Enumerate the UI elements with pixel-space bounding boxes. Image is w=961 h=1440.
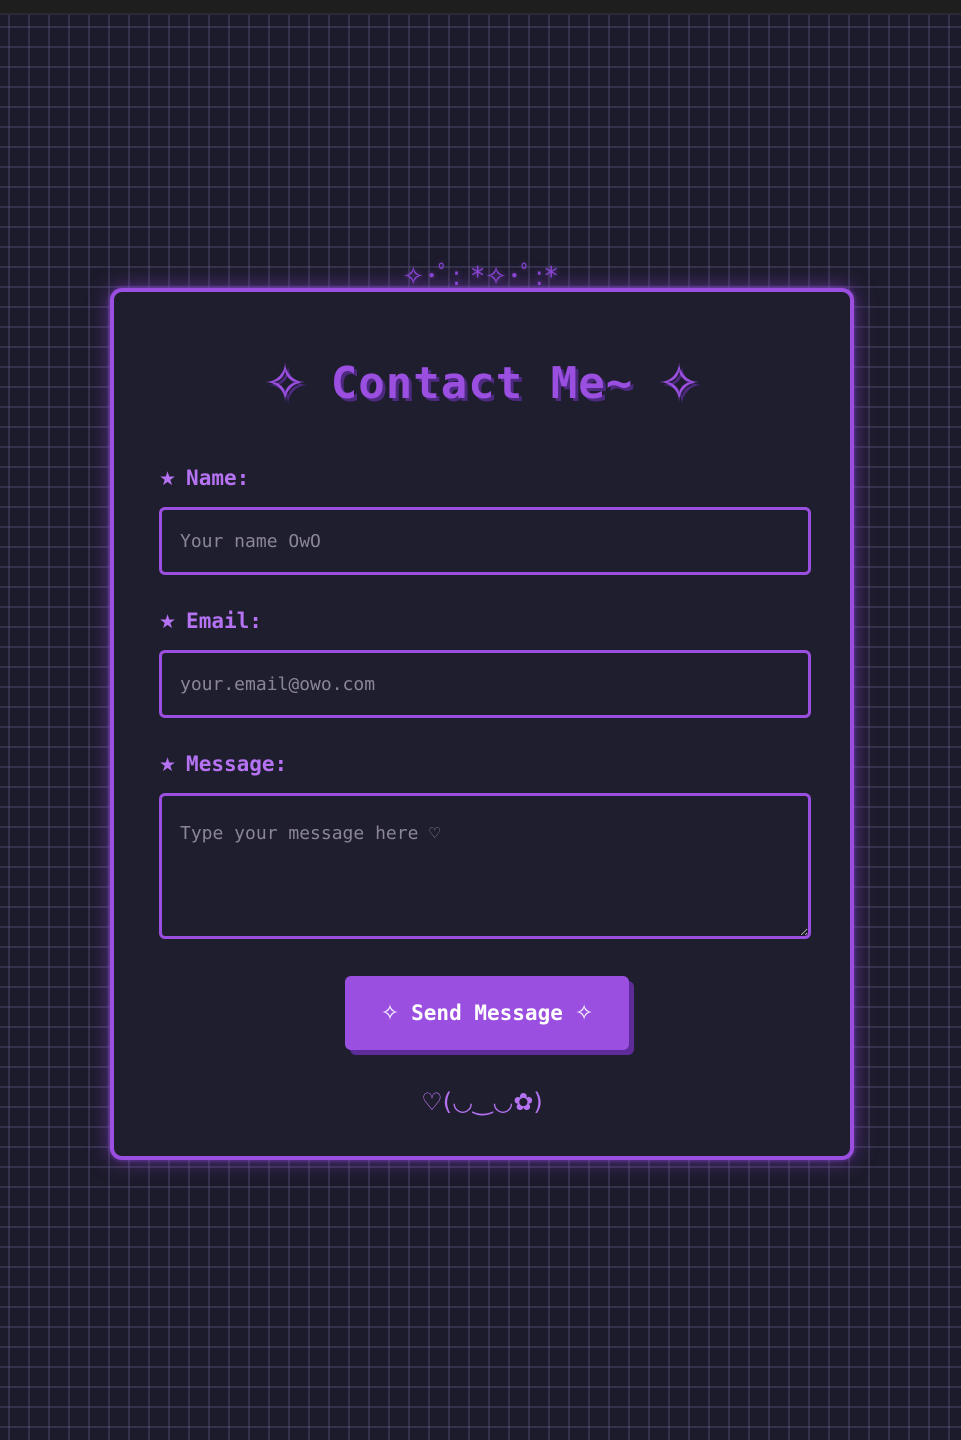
name-label-text: Name: <box>186 466 250 490</box>
send-message-label: Send Message <box>411 1001 563 1025</box>
form-title-text: Contact Me~ <box>330 358 634 409</box>
kaomoji-footer: ♡(◡‿◡✿) <box>421 1088 543 1116</box>
form-title: ✧ Contact Me~ ✧ <box>114 352 850 416</box>
sparkle-icon: ✧ <box>263 354 307 414</box>
sparkle-icon: ✧ <box>574 1000 594 1026</box>
email-label-text: Email: <box>186 609 262 633</box>
star-icon: ★ <box>159 754 177 776</box>
send-message-button[interactable]: ✧ Send Message ✧ <box>345 976 629 1050</box>
email-label: ★ Email: <box>159 607 262 636</box>
star-icon: ★ <box>159 611 177 633</box>
star-icon: ★ <box>159 468 177 490</box>
message-label-text: Message: <box>186 752 288 776</box>
name-input[interactable] <box>159 507 811 575</box>
message-label: ★ Message: <box>159 750 287 779</box>
contact-form-card: ✧ Contact Me~ ✧ ★ Name: ★ Email: ★ Message:… <box>110 288 854 1160</box>
sparkle-icon: ✧ <box>380 1000 400 1026</box>
name-label: ★ Name: <box>159 464 249 493</box>
email-input[interactable] <box>159 650 811 718</box>
message-textarea[interactable] <box>159 793 811 939</box>
sparkle-icon: ✧ <box>657 354 701 414</box>
browser-top-strip <box>0 0 961 15</box>
